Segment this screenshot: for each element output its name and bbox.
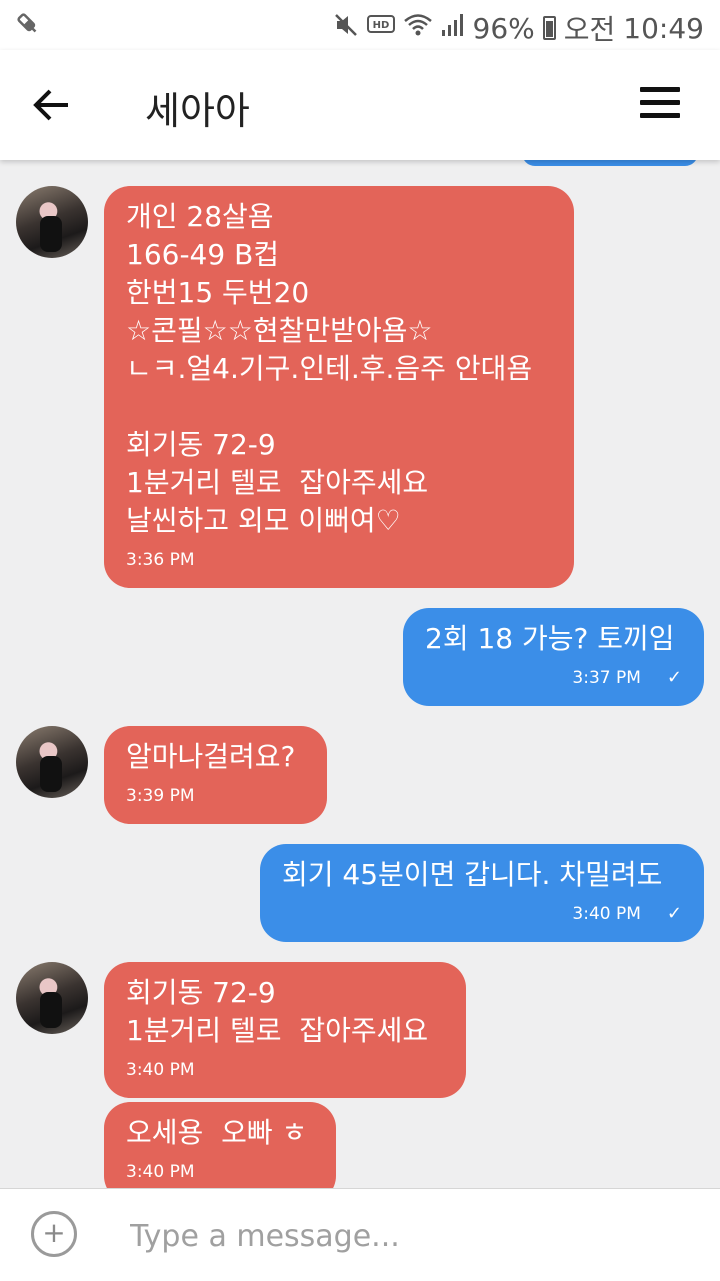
- plus-circle-icon[interactable]: +: [31, 1211, 77, 1257]
- message-composer: +: [0, 1188, 720, 1281]
- message-text: 알마나걸려요?: [126, 740, 296, 773]
- ampm-label: 오전: [563, 13, 616, 46]
- message-text: 회기동 72-9 1분거리 텔로 잡아주세요: [126, 976, 429, 1047]
- hd-icon: HD: [366, 13, 395, 43]
- battery-percent: 96%: [472, 11, 535, 45]
- message-text: 회기 45분이면 갑니다. 차밀려도: [282, 858, 663, 891]
- message-text: 오세용 오빠 ㅎ: [126, 1116, 308, 1149]
- message-time: 3:39 PM: [126, 786, 195, 806]
- avatar[interactable]: [16, 186, 88, 258]
- message-time: 3:36 PM: [126, 550, 195, 570]
- syringe-icon: [14, 10, 40, 42]
- status-bar: HD 96% 오전 10:49: [0, 0, 720, 50]
- battery-icon: [542, 16, 556, 40]
- wifi-icon: [403, 12, 433, 44]
- message-text: 개인 28살욤 166-49 B컵 한번15 두번20 ☆콘필☆☆현찰만받아욤☆…: [126, 200, 533, 537]
- message-bubble-incoming[interactable]: 회기동 72-9 1분거리 텔로 잡아주세요 3:40 PM: [104, 962, 466, 1098]
- svg-text:HD: HD: [372, 20, 389, 31]
- sent-check-icon: ✓: [666, 903, 682, 924]
- previous-message-bubble: [522, 160, 698, 166]
- app-bar: 세아아: [0, 50, 720, 160]
- message-bubble-outgoing[interactable]: 2회 18 가능? 토끼임 3:37 PM ✓: [403, 608, 704, 706]
- message-bubble-outgoing[interactable]: 회기 45분이면 갑니다. 차밀려도 3:40 PM ✓: [260, 844, 704, 942]
- avatar[interactable]: [16, 962, 88, 1034]
- back-button[interactable]: [28, 80, 78, 130]
- message-bubble-incoming[interactable]: 알마나걸려요? 3:39 PM: [104, 726, 327, 824]
- message-list[interactable]: 개인 28살욤 166-49 B컵 한번15 두번20 ☆콘필☆☆현찰만받아욤☆…: [0, 160, 720, 1188]
- message-bubble-incoming[interactable]: 개인 28살욤 166-49 B컵 한번15 두번20 ☆콘필☆☆현찰만받아욤☆…: [104, 186, 574, 588]
- chat-title: 세아아: [145, 89, 250, 133]
- arrow-left-icon: [33, 89, 68, 121]
- signal-icon: [441, 12, 465, 44]
- avatar[interactable]: [16, 726, 88, 798]
- clock: 10:49: [623, 11, 704, 45]
- message-text: 2회 18 가능? 토끼임: [425, 622, 675, 655]
- mute-icon: [333, 12, 359, 44]
- message-bubble-incoming[interactable]: 오세용 오빠 ㅎ 3:40 PM: [104, 1102, 336, 1188]
- message-time: 3:37 PM: [572, 668, 641, 688]
- hamburger-menu-icon: [640, 87, 680, 92]
- message-input[interactable]: [128, 1207, 692, 1265]
- message-time: 3:40 PM: [126, 1162, 195, 1182]
- menu-button[interactable]: [640, 87, 680, 121]
- sent-check-icon: ✓: [666, 667, 682, 688]
- message-time: 3:40 PM: [572, 904, 641, 924]
- message-time: 3:40 PM: [126, 1060, 195, 1080]
